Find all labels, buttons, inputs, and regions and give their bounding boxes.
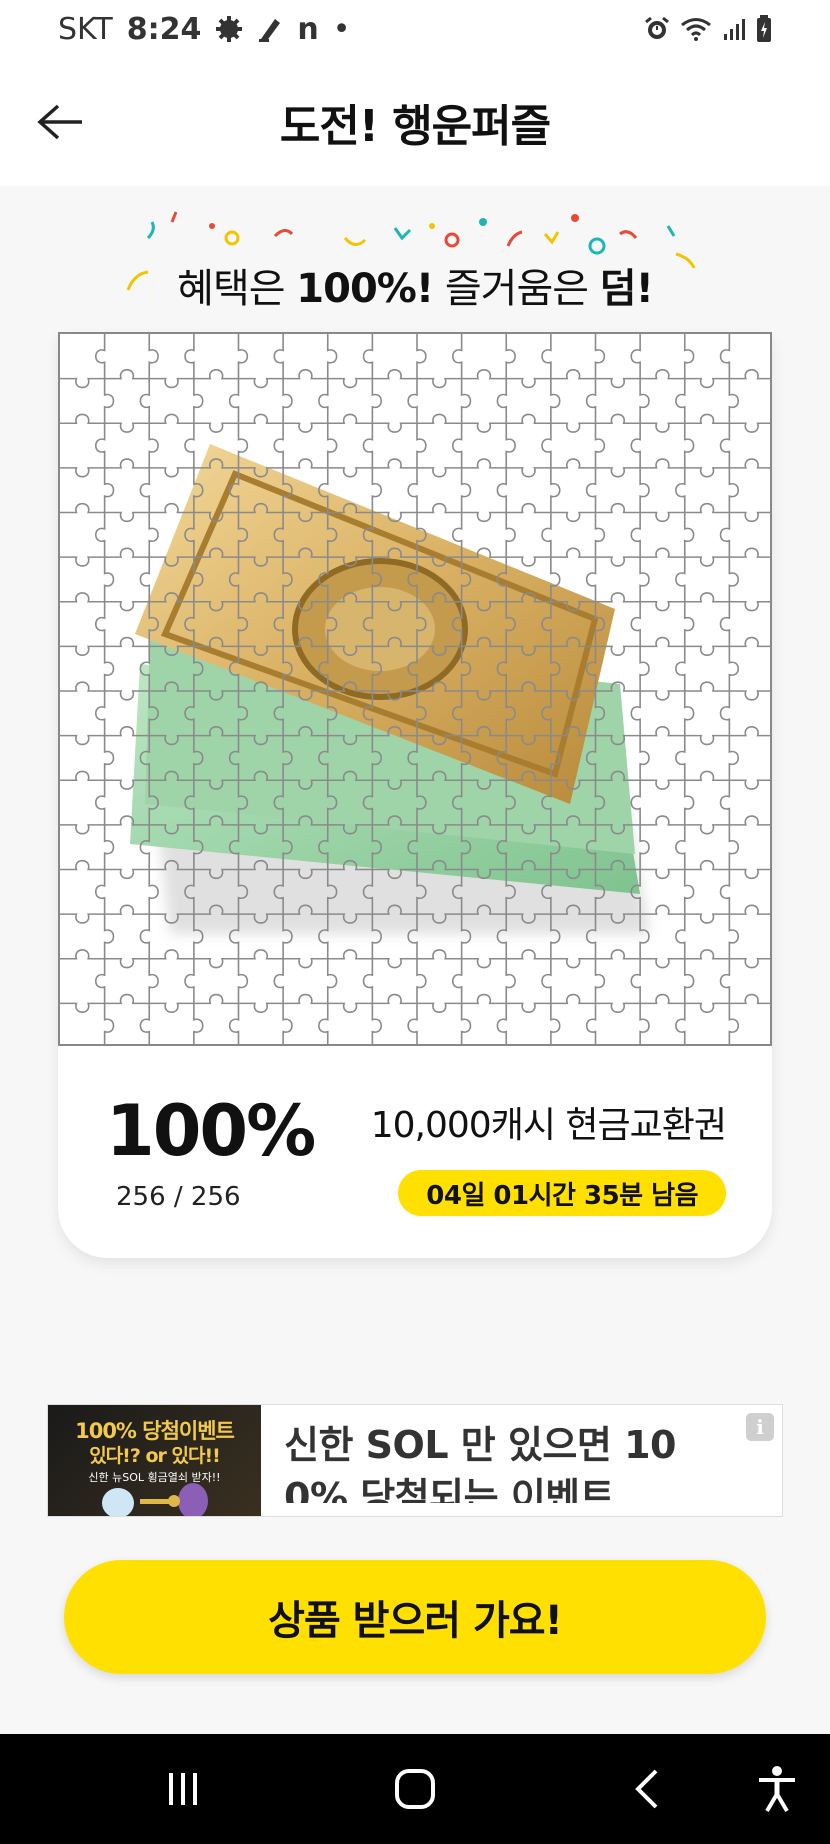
gear-icon [215, 15, 243, 43]
back-arrow-icon[interactable] [30, 92, 90, 152]
puzzle-piece-outlines [60, 334, 770, 1044]
prize-label: 10,000캐시 현금교환권 [370, 1105, 727, 1146]
tagline-bold1: 100%! [296, 266, 434, 312]
puzzle-card: 100% 256 / 256 10,000캐시 현금교환권 04일 01시간 3… [58, 332, 772, 1258]
ad-banner[interactable]: 100% 당첨이벤트 있다!? or 있다!! 신한 뉴SOL 횡금열쇠 받자!… [47, 1404, 783, 1517]
carrier-label: SKT [58, 11, 113, 47]
ad-mascots-image [102, 1483, 208, 1516]
status-bar: SKT 8:24 n • [0, 0, 830, 58]
progress-section: 100% 256 / 256 10,000캐시 현금교환권 04일 01시간 3… [58, 1046, 772, 1258]
time-label: 8:24 [126, 11, 202, 47]
tagline-banner: 혜택은 100%! 즐거움은 덤! [0, 208, 830, 318]
recent-apps-icon[interactable] [150, 1756, 216, 1822]
progress-count: 256 / 256 [116, 1182, 241, 1212]
notification-dot: • [332, 11, 351, 47]
battery-icon [756, 15, 772, 43]
accessibility-icon[interactable] [744, 1756, 810, 1822]
tagline-part2: 즐거움은 [433, 266, 600, 312]
tagline-bold2: 덤! [599, 266, 654, 312]
app-header: 도전! 행운퍼즐 [0, 58, 830, 186]
ad-thumb-line2: 있다!? or 있다!! [89, 1445, 221, 1467]
info-icon[interactable]: i [746, 1413, 774, 1441]
notification-letter: n [297, 11, 319, 47]
wifi-icon [680, 16, 712, 42]
ad-text: 신한 SOL 만 있으면 100% 당첨되는 이벤트 [284, 1423, 676, 1503]
puzzle-lines [60, 334, 770, 1044]
claim-prize-button[interactable]: 상품 받으러 가요! [64, 1560, 766, 1674]
signal-icon [722, 17, 746, 41]
progress-percent: 100% [106, 1090, 316, 1172]
system-nav-bar [0, 1734, 830, 1844]
ad-thumbnail: 100% 당첨이벤트 있다!? or 있다!! 신한 뉴SOL 횡금열쇠 받자!… [48, 1405, 261, 1516]
back-icon[interactable] [614, 1756, 680, 1822]
pen-icon [257, 15, 283, 43]
time-left-badge: 04일 01시간 35분 남음 [398, 1170, 726, 1216]
puzzle-board[interactable] [58, 332, 772, 1046]
page-title: 도전! 행운퍼즐 [279, 101, 551, 152]
tagline-part1: 혜택은 [177, 266, 297, 312]
alarm-icon [644, 16, 670, 42]
home-icon[interactable] [382, 1756, 448, 1822]
tagline-text: 혜택은 100%! 즐거움은 덤! [0, 256, 830, 314]
